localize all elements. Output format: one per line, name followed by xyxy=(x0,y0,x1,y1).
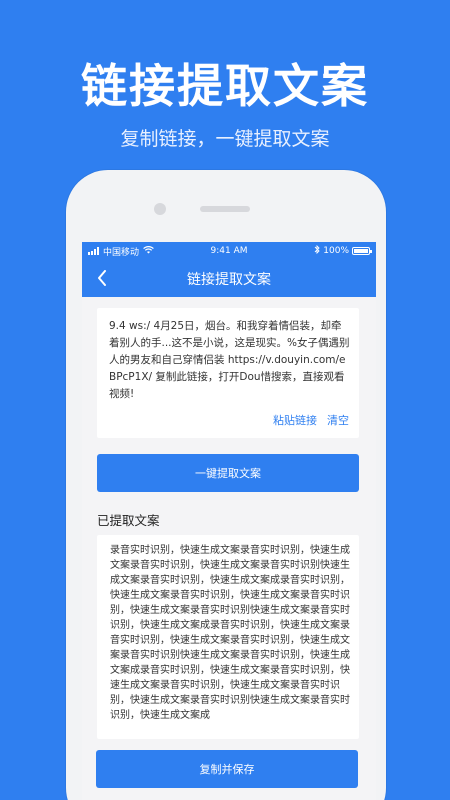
battery-icon xyxy=(352,247,372,255)
hero-subtitle: 复制链接，一键提取文案 xyxy=(120,128,330,150)
hero-title: 链接提取文案 xyxy=(81,59,369,113)
extract-button[interactable]: 一键提取文案 xyxy=(97,454,359,492)
result-text: 录音实时识别，快速生成文案录音实时识别，快速生成文案录音实时识别，快速生成文案录… xyxy=(110,545,350,721)
status-time: 9:41 AM xyxy=(210,246,248,256)
phone-camera xyxy=(154,203,166,215)
nav-bar: 链接提取文案 xyxy=(82,260,376,297)
phone-screen: 中国移动 9:41 AM 100% 链接提取文案 9.4 ws:/ 4月25日，… xyxy=(82,242,376,800)
result-heading: 已提取文案 xyxy=(97,513,160,528)
chevron-left-icon xyxy=(98,270,106,286)
link-input-area[interactable]: 9.4 ws:/ 4月25日，烟台。和我穿着情侣装，却牵着别人的手...这不是小… xyxy=(97,308,359,438)
clear-button[interactable]: 清空 xyxy=(327,412,349,428)
phone-speaker xyxy=(200,206,250,212)
paste-link-button[interactable]: 粘贴链接 xyxy=(273,412,317,428)
link-input-text[interactable]: 9.4 ws:/ 4月25日，烟台。和我穿着情侣装，却牵着别人的手...这不是小… xyxy=(109,318,351,403)
status-bar: 中国移动 9:41 AM 100% xyxy=(82,242,376,260)
back-button[interactable] xyxy=(92,268,112,288)
copy-save-button[interactable]: 复制并保存 xyxy=(96,750,358,788)
nav-title: 链接提取文案 xyxy=(187,271,271,288)
result-area: 录音实时识别，快速生成文案录音实时识别，快速生成文案录音实时识别，快速生成文案录… xyxy=(97,535,359,739)
input-actions: 粘贴链接 清空 xyxy=(273,412,349,428)
